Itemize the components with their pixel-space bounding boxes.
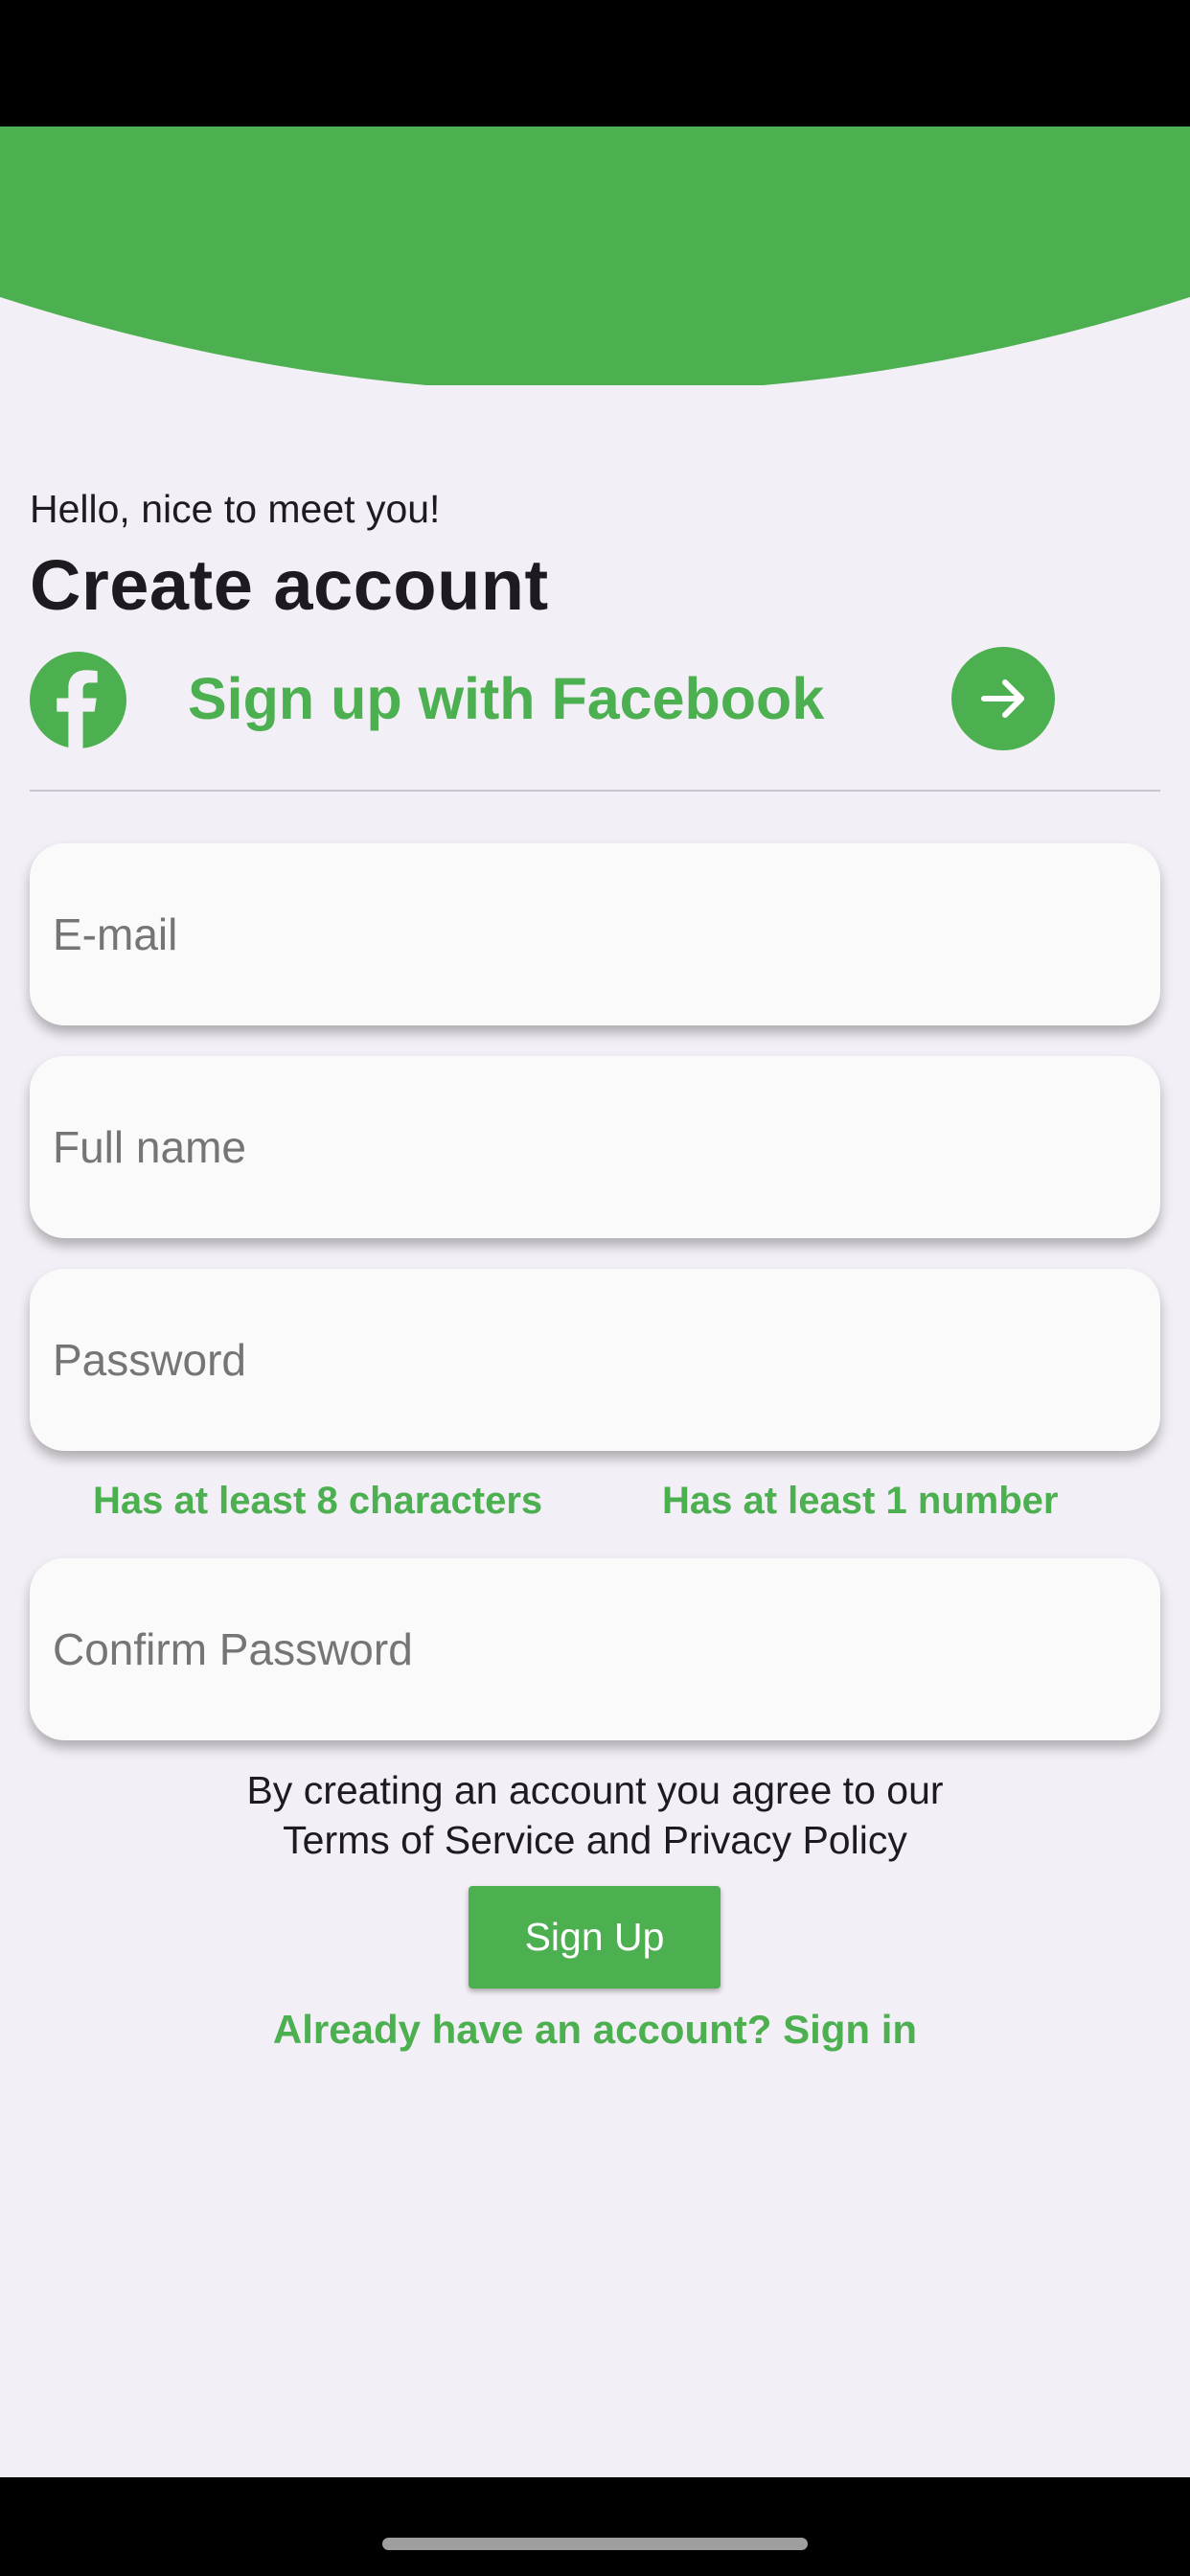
header-wave [0, 126, 1190, 385]
arrow-right-icon[interactable] [951, 647, 1055, 750]
password-field-container [30, 1269, 1160, 1451]
greeting-text: Hello, nice to meet you! [30, 487, 441, 531]
confirm-password-field[interactable] [30, 1558, 1160, 1740]
terms-line-1: By creating an account you agree to our [246, 1768, 944, 1812]
email-field-container [30, 843, 1160, 1025]
password-hint-length: Has at least 8 characters [93, 1480, 543, 1522]
fullname-field[interactable] [30, 1056, 1160, 1238]
status-bar [0, 0, 1190, 126]
sign-in-link[interactable]: Already have an account? Sign in [0, 2007, 1190, 2053]
home-indicator[interactable] [382, 2538, 808, 2550]
confirm-password-field-container [30, 1558, 1160, 1740]
password-field[interactable] [30, 1269, 1160, 1451]
email-field[interactable] [30, 843, 1160, 1025]
fullname-field-container [30, 1056, 1160, 1238]
divider [30, 790, 1160, 792]
sign-up-button[interactable]: Sign Up [469, 1886, 721, 1989]
terms-line-2: Terms of Service and Privacy Policy [283, 1818, 907, 1862]
navigation-bar [0, 2477, 1190, 2576]
password-hint-number: Has at least 1 number [662, 1480, 1059, 1522]
facebook-icon [30, 652, 126, 748]
terms-text: By creating an account you agree to our … [0, 1765, 1190, 1865]
facebook-signup-label[interactable]: Sign up with Facebook [188, 665, 824, 732]
page-title: Create account [30, 545, 549, 625]
facebook-signup-row[interactable]: Sign up with Facebook [0, 644, 1190, 755]
